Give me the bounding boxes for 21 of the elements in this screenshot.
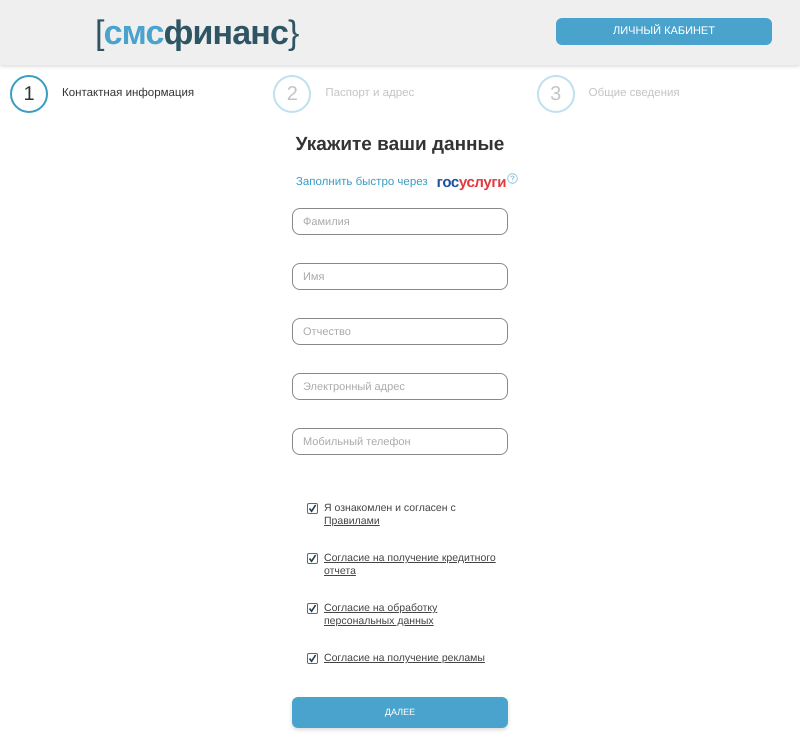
gosuslugi-logo[interactable]: госуслуги — [436, 172, 506, 194]
step-label: Контактная информация — [62, 86, 194, 102]
step-label: Паспорт и адрес — [325, 86, 414, 102]
rules-link[interactable]: Правилами — [324, 515, 380, 527]
checkbox[interactable] — [307, 553, 318, 564]
input-field[interactable]: Имя — [292, 263, 508, 290]
input-field[interactable]: Мобильный телефон — [292, 428, 508, 455]
input-field[interactable]: Фамилия — [292, 208, 508, 235]
checkbox[interactable] — [307, 653, 318, 664]
checkbox[interactable] — [307, 603, 318, 614]
agreement-text: Я ознакомлен и согласен с — [324, 502, 456, 514]
agreement-link[interactable]: Согласие на получение рекламы — [324, 652, 485, 665]
agreement-link[interactable]: Согласие на получение кредитного отчета — [324, 552, 503, 578]
input-field[interactable]: Отчество — [292, 318, 508, 345]
form-title: Укажите ваши данные — [296, 133, 504, 157]
input-field[interactable]: Электронный адрес — [292, 373, 508, 400]
checkbox[interactable] — [307, 503, 318, 514]
logo: [смсфинанс} — [95, 16, 299, 50]
step-label: Общие сведения — [588, 86, 680, 102]
step-number[interactable]: 1 — [10, 75, 48, 113]
agreement-link[interactable]: Согласие на обработку персональных данных — [324, 602, 503, 628]
